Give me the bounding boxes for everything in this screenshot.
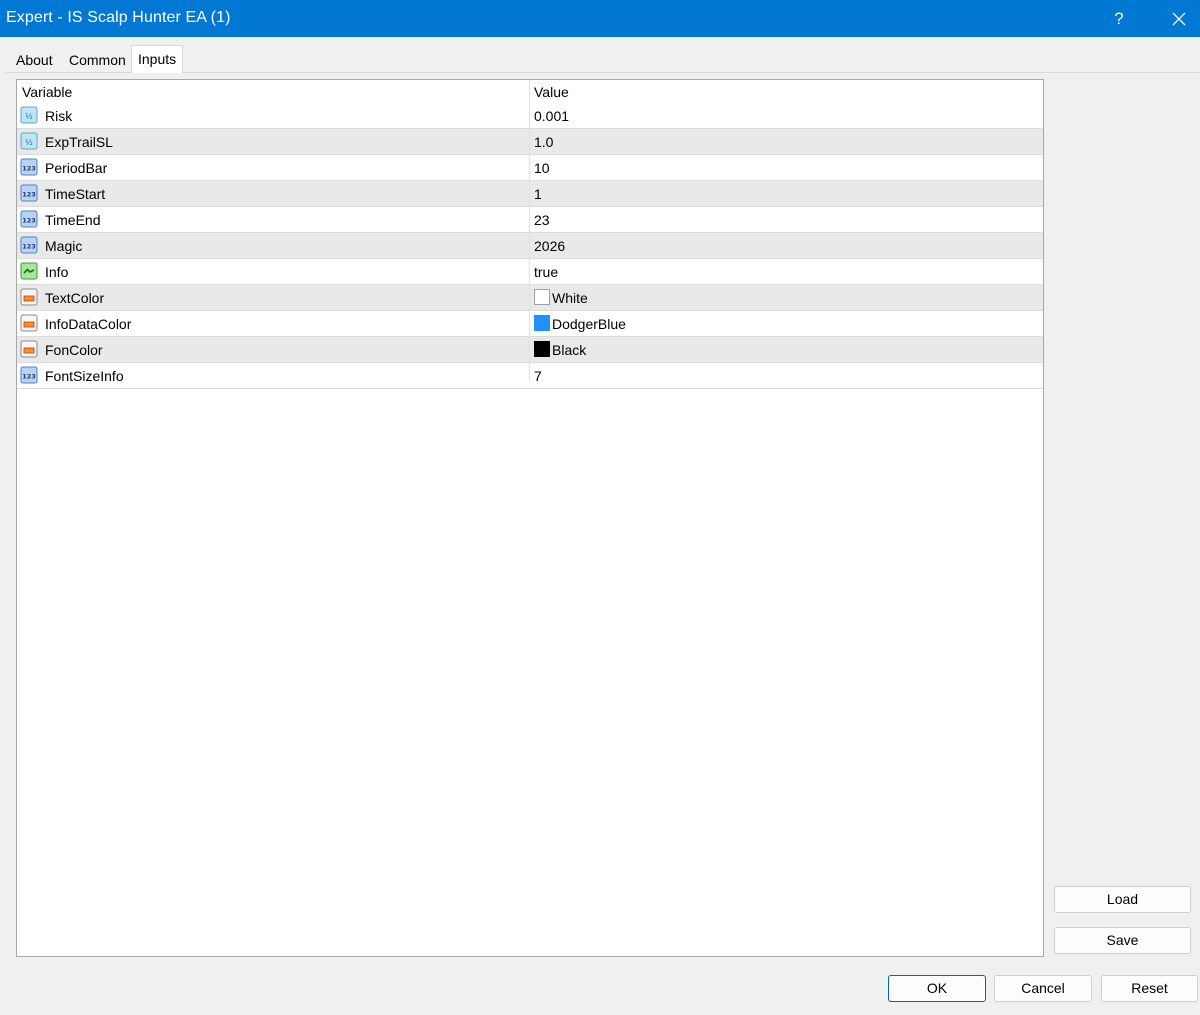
- table-row[interactable]: ½ Risk 0.001: [17, 103, 1043, 129]
- svg-text:½: ½: [25, 112, 33, 121]
- tab-inputs[interactable]: Inputs: [131, 45, 184, 73]
- cancel-button[interactable]: Cancel: [994, 975, 1092, 1002]
- integer-type-icon: 123: [20, 236, 38, 254]
- variable-name: PeriodBar: [45, 160, 108, 176]
- variable-value[interactable]: 10: [534, 160, 550, 176]
- variable-value[interactable]: 1.0: [534, 134, 553, 150]
- variable-name: TimeStart: [45, 186, 106, 202]
- variable-name: TimeEnd: [45, 212, 101, 228]
- color-type-icon: [20, 340, 38, 358]
- variable-value[interactable]: Black: [552, 342, 586, 358]
- double-type-icon: ½: [20, 106, 38, 124]
- ok-button[interactable]: OK: [888, 975, 986, 1002]
- table-row[interactable]: 123 Magic 2026: [17, 233, 1043, 259]
- help-icon: ?: [1114, 8, 1124, 28]
- color-swatch: [534, 341, 550, 357]
- help-button[interactable]: ?: [1100, 0, 1138, 37]
- close-button[interactable]: [1158, 0, 1200, 37]
- table-row[interactable]: FonColor Black: [17, 337, 1043, 363]
- variable-value[interactable]: 23: [534, 212, 550, 228]
- color-type-icon: [20, 314, 38, 332]
- integer-type-icon: 123: [20, 158, 38, 176]
- variable-value[interactable]: White: [552, 290, 588, 306]
- reset-button[interactable]: Reset: [1101, 975, 1198, 1002]
- bool-type-icon: [20, 262, 38, 280]
- variable-value[interactable]: DodgerBlue: [552, 316, 626, 332]
- title-bar: Expert - IS Scalp Hunter EA (1) ?: [0, 0, 1200, 37]
- expert-properties-dialog: Expert - IS Scalp Hunter EA (1) ? About …: [0, 0, 1200, 1015]
- table-row[interactable]: InfoDataColor DodgerBlue: [17, 311, 1043, 337]
- table-row[interactable]: TextColor White: [17, 285, 1043, 311]
- color-swatch: [534, 289, 550, 305]
- color-type-icon: [20, 288, 38, 306]
- grid-header: Variable Value: [17, 80, 1043, 103]
- table-row[interactable]: 123 FontSizeInfo 7: [17, 363, 1043, 389]
- integer-type-icon: 123: [20, 184, 38, 202]
- variable-name: Risk: [45, 108, 73, 124]
- variable-value[interactable]: true: [534, 264, 558, 280]
- variable-name: Magic: [45, 238, 83, 254]
- variable-value[interactable]: 7: [534, 368, 542, 384]
- window-title: Expert - IS Scalp Hunter EA (1): [6, 9, 231, 26]
- svg-text:123: 123: [22, 191, 36, 199]
- svg-text:123: 123: [22, 165, 36, 173]
- variable-name: Info: [45, 264, 69, 280]
- variable-value[interactable]: 1: [534, 186, 542, 202]
- double-type-icon: ½: [20, 132, 38, 150]
- integer-type-icon: 123: [20, 210, 38, 228]
- table-row[interactable]: 123 PeriodBar 10: [17, 155, 1043, 181]
- table-row[interactable]: 123 TimeEnd 23: [17, 207, 1043, 233]
- svg-text:½: ½: [25, 138, 33, 147]
- variable-value[interactable]: 2026: [534, 238, 565, 254]
- svg-text:123: 123: [22, 373, 36, 381]
- svg-text:123: 123: [22, 243, 36, 251]
- table-row[interactable]: ½ ExpTrailSL 1.0: [17, 129, 1043, 155]
- close-icon: [1172, 12, 1186, 25]
- variable-name: TextColor: [45, 290, 105, 306]
- color-swatch: [534, 315, 550, 331]
- integer-type-icon: 123: [20, 366, 38, 384]
- column-header-value[interactable]: Value: [534, 84, 569, 100]
- save-button[interactable]: Save: [1054, 927, 1191, 954]
- svg-text:123: 123: [22, 217, 36, 225]
- tab-common[interactable]: Common: [63, 49, 132, 72]
- column-header-variable[interactable]: Variable: [22, 84, 72, 100]
- variable-name: FonColor: [45, 342, 103, 358]
- variable-name: ExpTrailSL: [45, 134, 113, 150]
- variable-value[interactable]: 0.001: [534, 108, 569, 124]
- inputs-grid[interactable]: Variable Value ½ Risk 0.001 ½ ExpTrailSL…: [16, 79, 1044, 957]
- tab-about[interactable]: About: [10, 49, 59, 72]
- variable-name: InfoDataColor: [45, 316, 132, 332]
- table-row[interactable]: Info true: [17, 259, 1043, 285]
- column-divider[interactable]: [529, 80, 530, 382]
- load-button[interactable]: Load: [1054, 886, 1191, 913]
- table-row[interactable]: 123 TimeStart 1: [17, 181, 1043, 207]
- variable-name: FontSizeInfo: [45, 368, 124, 384]
